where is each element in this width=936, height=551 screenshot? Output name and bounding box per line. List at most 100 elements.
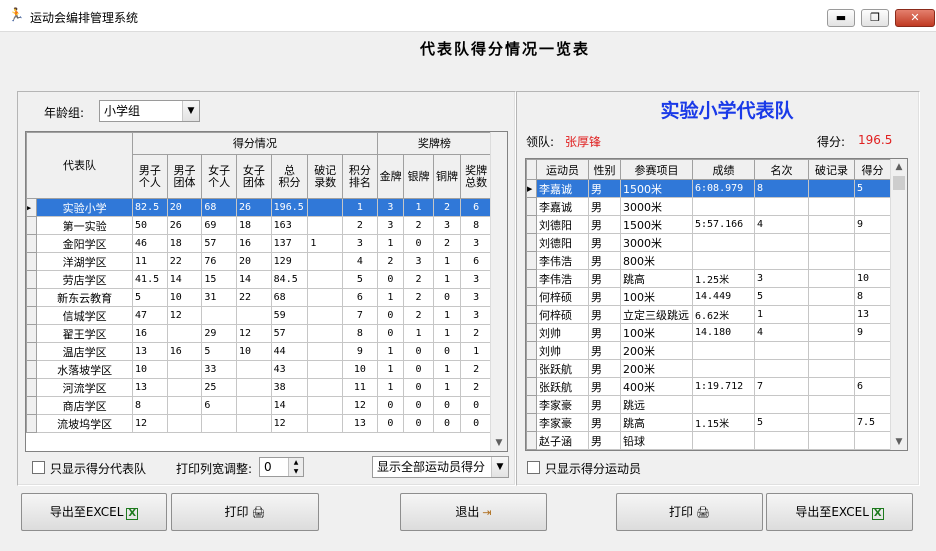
- row-indicator[interactable]: [526, 341, 537, 360]
- table-cell: [692, 197, 755, 216]
- row-indicator[interactable]: [526, 215, 537, 234]
- row-indicator[interactable]: [526, 251, 537, 270]
- exit-button[interactable]: 退出 ⇥: [400, 493, 547, 531]
- row-indicator[interactable]: [526, 197, 537, 216]
- table-row[interactable]: 刘帅男 100米 14.180 4 9: [526, 323, 891, 342]
- table-row[interactable]: 何梓硕男立定三级跳远 6.62米 1 13: [526, 305, 891, 324]
- table-cell: 3: [376, 216, 405, 235]
- table-row[interactable]: 李伟浩男 800米: [526, 251, 891, 270]
- close-button[interactable]: ✕: [895, 9, 935, 27]
- table-cell: 7.5: [854, 413, 891, 432]
- table-row[interactable]: 翟王学区 16 29 12 57 8 0 1 1 2: [26, 324, 492, 343]
- table-row[interactable]: 赵子涵男铅球: [526, 431, 891, 450]
- table-cell: 68: [270, 288, 309, 307]
- col-header: 性别: [588, 159, 621, 180]
- table-row[interactable]: 洋湖学区 11 22 76 20 129 4 2 3 1 6: [26, 252, 492, 271]
- row-indicator[interactable]: [26, 396, 38, 415]
- scroll-thumb[interactable]: [893, 176, 905, 190]
- table-row[interactable]: 流坡坞学区 12 12 13 0 0 0 0: [26, 414, 492, 433]
- col-header: 得分: [854, 159, 891, 180]
- row-indicator[interactable]: ▶: [526, 179, 537, 198]
- team-score-table[interactable]: 代表队 得分情况 奖牌榜 男子 个人 男子 团体 女子 个人 女子 团体总 积分 破记 …: [25, 131, 508, 452]
- chevron-down-icon[interactable]: ▼: [182, 101, 199, 121]
- only-scored-athletes-checkbox[interactable]: [527, 461, 540, 474]
- table-cell: 1: [376, 288, 405, 307]
- athlete-icon: 🏃: [8, 8, 25, 23]
- row-indicator[interactable]: [26, 360, 38, 379]
- age-group-select[interactable]: 小学组 ▼: [99, 100, 200, 122]
- table-row[interactable]: 张跃航男 400米 1:19.712 7 6: [526, 377, 891, 396]
- table-cell: [854, 233, 891, 252]
- table-row[interactable]: 第一实验 50 26 69 18 163 2 3 2 3 8: [26, 216, 492, 235]
- row-indicator[interactable]: [26, 324, 38, 343]
- maximize-button[interactable]: ❐: [861, 9, 889, 27]
- row-indicator[interactable]: [26, 216, 38, 235]
- export-excel-left-button[interactable]: 导出至EXCEL X: [21, 493, 167, 531]
- right-table-scrollbar[interactable]: ▲ ▼: [890, 159, 907, 450]
- chevron-down-icon[interactable]: ▼: [491, 457, 508, 477]
- row-indicator[interactable]: [526, 413, 537, 432]
- table-row[interactable]: 张跃航男 200米: [526, 359, 891, 378]
- table-row[interactable]: 水落坡学区 10 33 43 10 1 0 1 2: [26, 360, 492, 379]
- export-excel-right-button[interactable]: 导出至EXCEL X: [766, 493, 913, 531]
- athlete-score-table[interactable]: 运动员 性别 参赛项目 成绩 名次 破记录 得分 ▶ 李嘉诚男 1500米 6:08.979 8 5 李…: [525, 158, 908, 451]
- table-row[interactable]: 刘德阳男 3000米: [526, 233, 891, 252]
- row-indicator[interactable]: ▶: [26, 198, 38, 217]
- scroll-down-icon[interactable]: ▼: [891, 434, 907, 450]
- table-row[interactable]: 李家豪男跳远: [526, 395, 891, 414]
- table-row[interactable]: 新东云教育 5 10 31 22 68 6 1 2 0 3: [26, 288, 492, 307]
- table-row[interactable]: 刘德阳男 1500米 5:57.166 4 9: [526, 215, 891, 234]
- table-row[interactable]: 李家豪男跳高 1.15米 5 7.5: [526, 413, 891, 432]
- left-table-scrollbar[interactable]: ▼: [490, 132, 507, 451]
- row-indicator[interactable]: [26, 252, 38, 271]
- team-name-cell: 信城学区: [36, 306, 134, 325]
- row-indicator[interactable]: [526, 305, 537, 324]
- print-right-button[interactable]: 打印 🖨: [616, 493, 763, 531]
- row-indicator[interactable]: [26, 288, 38, 307]
- table-cell: 张跃航: [536, 377, 589, 396]
- table-row[interactable]: 劳店学区 41.5 14 15 14 84.5 5 0 2 1 3: [26, 270, 492, 289]
- row-indicator[interactable]: [26, 378, 38, 397]
- table-row[interactable]: 商店学区 8 6 14 12 0 0 0 0: [26, 396, 492, 415]
- row-indicator[interactable]: [526, 323, 537, 342]
- row-indicator[interactable]: [526, 377, 537, 396]
- row-indicator[interactable]: [526, 359, 537, 378]
- scroll-down-icon[interactable]: ▼: [491, 435, 507, 451]
- table-cell: [236, 360, 272, 379]
- table-row[interactable]: 金阳学区 46 18 57 16 137 1 3 1 0 2 3: [26, 234, 492, 253]
- table-cell: 1: [376, 378, 405, 397]
- scroll-up-icon[interactable]: ▲: [891, 159, 907, 175]
- row-indicator[interactable]: [526, 287, 537, 306]
- table-cell: 12: [236, 324, 272, 343]
- only-scored-teams-checkbox[interactable]: [32, 461, 45, 474]
- row-indicator[interactable]: [526, 233, 537, 252]
- table-cell: 1: [432, 378, 462, 397]
- table-cell: [166, 360, 203, 379]
- row-indicator[interactable]: [526, 431, 537, 450]
- spin-down-icon[interactable]: ▼: [288, 467, 303, 476]
- table-row[interactable]: 信城学区 47 12 59 7 0 2 1 3: [26, 306, 492, 325]
- spin-up-icon[interactable]: ▲: [288, 458, 303, 467]
- row-indicator[interactable]: [526, 269, 537, 288]
- minimize-button[interactable]: ▬: [827, 9, 855, 27]
- row-indicator[interactable]: [526, 395, 537, 414]
- team-name-cell: 实验小学: [36, 198, 134, 217]
- table-row[interactable]: 何梓硕男 100米 14.449 5 8: [526, 287, 891, 306]
- table-row[interactable]: ▶ 实验小学 82.5 20 68 26 196.5 1 3 1 2 6: [26, 198, 492, 217]
- print-width-stepper[interactable]: 0 ▲ ▼: [259, 457, 304, 477]
- table-row[interactable]: 李伟浩男跳高 1.25米 3 10: [526, 269, 891, 288]
- row-indicator[interactable]: [26, 342, 38, 361]
- table-row[interactable]: 温店学区 13 16 5 10 44 9 1 0 0 1: [26, 342, 492, 361]
- show-filter-select[interactable]: 显示全部运动员得分 ▼: [372, 456, 509, 478]
- row-indicator[interactable]: [26, 306, 38, 325]
- table-row[interactable]: 刘帅男 200米: [526, 341, 891, 360]
- team-name-cell: 第一实验: [36, 216, 134, 235]
- row-indicator[interactable]: [26, 234, 38, 253]
- table-cell: 0: [376, 270, 405, 289]
- table-row[interactable]: 李嘉诚男 3000米: [526, 197, 891, 216]
- table-row[interactable]: 河流学区 13 25 38 11 1 0 1 2: [26, 378, 492, 397]
- print-left-button[interactable]: 打印 🖨: [171, 493, 319, 531]
- row-indicator[interactable]: [26, 270, 38, 289]
- row-indicator[interactable]: [26, 414, 38, 433]
- table-row[interactable]: ▶ 李嘉诚男 1500米 6:08.979 8 5: [526, 179, 891, 198]
